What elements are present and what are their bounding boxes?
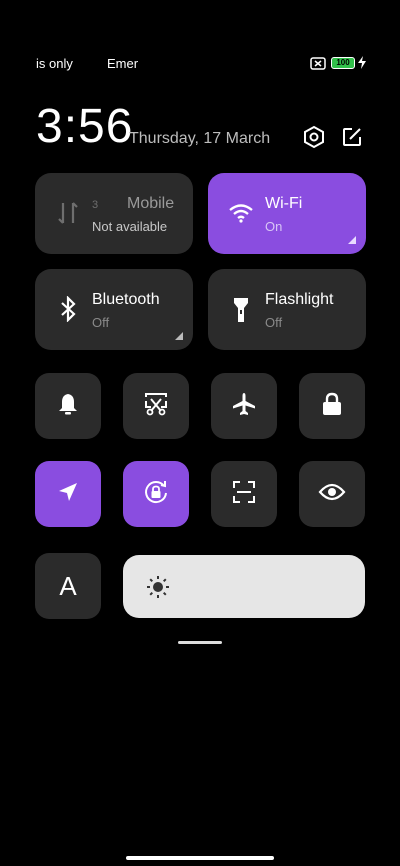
screenshot-toggle[interactable] <box>123 373 189 439</box>
location-toggle[interactable] <box>35 461 101 527</box>
mobile-tile-subtitle: Not available <box>92 219 168 234</box>
bluetooth-expand-icon[interactable] <box>175 332 183 340</box>
sound-toggle[interactable] <box>35 373 101 439</box>
wifi-tile-subtitle: On <box>265 219 283 234</box>
bell-icon <box>56 392 80 421</box>
airplane-mode-toggle[interactable] <box>211 373 277 439</box>
font-size-label: A <box>59 570 77 601</box>
scan-icon <box>232 480 256 509</box>
scanner-toggle[interactable] <box>211 461 277 527</box>
mobile-data-arrows-icon <box>57 201 79 230</box>
eye-icon <box>318 482 346 507</box>
flashlight-tile-title: Flashlight <box>265 291 334 308</box>
flashlight-tile[interactable]: Flashlight Off <box>208 269 366 350</box>
flashlight-icon <box>232 296 250 329</box>
flashlight-tile-subtitle: Off <box>265 315 283 330</box>
bluetooth-tile-title: Bluetooth <box>92 291 160 308</box>
wifi-tile-title: Wi-Fi <box>265 195 303 212</box>
rotation-lock-icon <box>142 478 170 511</box>
status-emergency-text: Emer <box>107 56 139 71</box>
wifi-expand-icon[interactable] <box>348 236 356 244</box>
mobile-tile-title: Mobile <box>127 195 175 212</box>
wifi-icon <box>228 203 254 228</box>
date-label: Thursday, 17 March <box>129 130 271 147</box>
sim-badge: 3 <box>92 199 99 211</box>
edit-icon[interactable] <box>339 124 365 150</box>
battery-icon: 100 <box>331 57 355 69</box>
battery-level: 100 <box>336 58 350 67</box>
panel-drag-handle[interactable] <box>178 641 222 644</box>
status-carrier-text: is only <box>36 56 73 71</box>
bluetooth-tile[interactable]: Bluetooth Off <box>35 269 193 350</box>
screenshot-cut-icon <box>143 391 169 422</box>
rotation-lock-toggle[interactable] <box>123 461 189 527</box>
brightness-slider[interactable] <box>123 555 365 618</box>
airplane-icon <box>231 391 257 422</box>
charging-bolt-icon <box>358 56 366 74</box>
location-arrow-icon <box>57 481 79 508</box>
font-size-button[interactable]: A <box>35 553 101 619</box>
mobile-data-tile[interactable]: 3 Mobile Not available <box>35 173 193 254</box>
lock-screen-toggle[interactable] <box>299 373 365 439</box>
bluetooth-icon <box>59 295 77 327</box>
gesture-nav-bar[interactable] <box>126 856 274 860</box>
no-sim-icon <box>310 57 326 75</box>
brightness-sun-icon <box>146 575 170 604</box>
settings-hex-icon[interactable] <box>301 124 327 150</box>
bluetooth-tile-subtitle: Off <box>92 315 110 330</box>
lock-icon <box>321 392 343 421</box>
clock: 3:56 <box>36 100 134 153</box>
reading-mode-toggle[interactable] <box>299 461 365 527</box>
wifi-tile[interactable]: Wi-Fi On <box>208 173 366 254</box>
